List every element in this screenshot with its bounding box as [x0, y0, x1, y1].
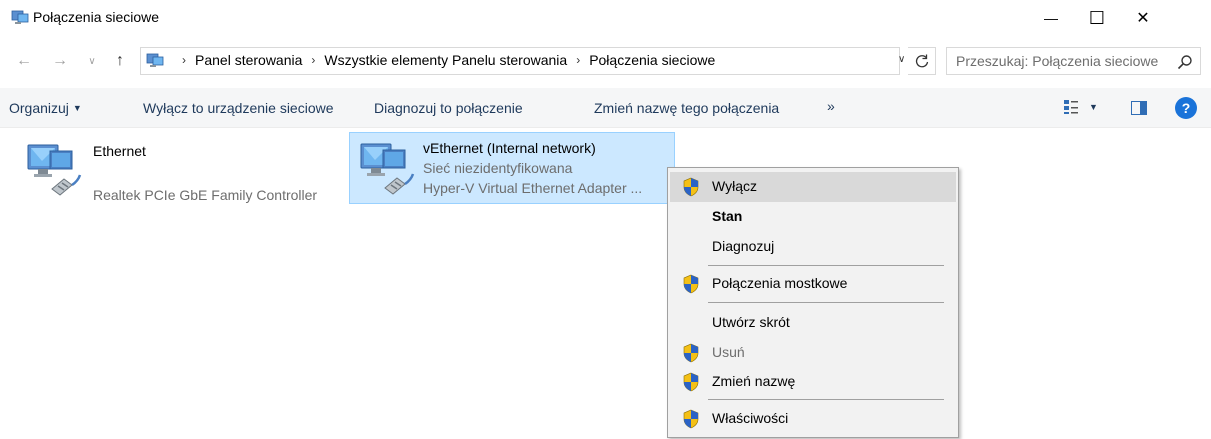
disable-device-button[interactable]: Wyłącz to urządzenie sieciowe: [143, 100, 334, 116]
organize-label: Organizuj: [9, 100, 69, 116]
rename-button[interactable]: Zmień nazwę tego połączenia: [594, 100, 779, 116]
navigation-bar: ← → ∨ ↑ › Panel sterowania › Wszystkie e…: [0, 44, 1211, 78]
chevron-right-icon[interactable]: ›: [311, 53, 315, 67]
preview-pane-icon[interactable]: [1131, 101, 1147, 115]
connection-name: Ethernet: [93, 143, 146, 159]
help-icon[interactable]: ?: [1175, 97, 1197, 119]
breadcrumb-control-panel[interactable]: Panel sterowania: [195, 52, 302, 68]
uac-shield-icon: [682, 409, 700, 429]
search-placeholder: Przeszukaj: Połączenia sieciowe: [956, 53, 1159, 69]
title-bar: Połączenia sieciowe — ☐ ✕: [0, 0, 1211, 36]
minimize-icon: —: [1044, 10, 1058, 26]
menu-item-label: Właściwości: [712, 410, 789, 426]
view-dropdown-icon[interactable]: ▼: [1089, 102, 1098, 112]
maximize-button[interactable]: ☐: [1074, 0, 1120, 36]
menu-item-diagnose[interactable]: Diagnozuj: [670, 232, 956, 262]
network-adapter-icon: [355, 138, 417, 200]
connection-adapter: Realtek PCIe GbE Family Controller: [93, 187, 318, 203]
back-arrow-icon: ←: [16, 52, 32, 69]
back-button[interactable]: ←: [14, 51, 34, 71]
diagnose-button[interactable]: Diagnozuj to połączenie: [374, 100, 523, 116]
uac-shield-icon: [682, 177, 700, 197]
menu-item-label: Usuń: [712, 344, 745, 360]
close-button[interactable]: ✕: [1120, 0, 1166, 36]
menu-item-create-shortcut[interactable]: Utwórz skrót: [670, 308, 956, 338]
menu-item-status[interactable]: Stan: [670, 202, 956, 232]
breadcrumb: › Panel sterowania › Wszystkie elementy …: [173, 52, 715, 68]
address-bar[interactable]: › Panel sterowania › Wszystkie elementy …: [140, 47, 900, 75]
connection-vethernet[interactable]: vEthernet (Internal network) Sieć niezid…: [349, 132, 675, 204]
connection-status: Sieć niezidentyfikowana: [423, 160, 573, 176]
more-commands-button[interactable]: »: [827, 98, 835, 114]
address-dropdown-icon[interactable]: ∨: [898, 54, 905, 65]
connection-ethernet[interactable]: Ethernet Realtek PCIe GbE Family Control…: [14, 133, 344, 205]
menu-item-bridge[interactable]: Połączenia mostkowe: [670, 269, 956, 299]
minimize-button[interactable]: —: [1028, 0, 1074, 36]
network-connections-icon: [146, 53, 164, 69]
menu-separator: [708, 265, 944, 266]
uac-shield-icon: [682, 274, 700, 294]
menu-item-label: Utwórz skrót: [712, 314, 790, 330]
change-view-icon[interactable]: [1063, 99, 1079, 115]
up-arrow-icon: ↑: [116, 52, 124, 69]
menu-item-label: Stan: [712, 208, 743, 224]
connection-name: vEthernet (Internal network): [423, 140, 596, 156]
connection-adapter: Hyper-V Virtual Ethernet Adapter ...: [423, 180, 643, 196]
search-icon: [1177, 55, 1192, 70]
chevron-down-icon: ∨: [88, 55, 96, 67]
chevron-right-icon[interactable]: ›: [576, 53, 580, 67]
menu-item-properties[interactable]: Właściwości: [670, 404, 956, 434]
recent-locations-button[interactable]: ∨: [82, 51, 102, 71]
breadcrumb-network-connections[interactable]: Połączenia sieciowe: [589, 52, 715, 68]
menu-item-rename[interactable]: Zmień nazwę: [670, 367, 956, 397]
window-title: Połączenia sieciowe: [33, 9, 160, 25]
maximize-icon: ☐: [1088, 7, 1106, 28]
forward-arrow-icon: →: [52, 52, 68, 69]
uac-shield-icon: [682, 372, 700, 392]
menu-item-label: Wyłącz: [712, 178, 757, 194]
menu-separator: [708, 399, 944, 400]
network-adapter-icon: [22, 139, 84, 201]
chevron-right-icon[interactable]: ›: [182, 53, 186, 67]
context-menu: Wyłącz Stan Diagnozuj Połączenia mostkow…: [667, 167, 959, 438]
network-connections-icon: [11, 10, 29, 26]
uac-shield-icon: [682, 343, 700, 363]
menu-item-label: Połączenia mostkowe: [712, 275, 848, 291]
breadcrumb-all-items[interactable]: Wszystkie elementy Panelu sterowania: [324, 52, 567, 68]
menu-item-disable[interactable]: Wyłącz: [670, 172, 956, 202]
caret-down-icon: ▼: [72, 103, 82, 113]
menu-item-label: Zmień nazwę: [712, 373, 796, 389]
organize-button[interactable]: Organizuj ▼: [9, 100, 82, 116]
forward-button[interactable]: →: [50, 51, 70, 71]
menu-separator: [708, 302, 944, 303]
refresh-icon: [915, 54, 928, 68]
up-button[interactable]: ↑: [110, 51, 130, 71]
close-icon: ✕: [1136, 10, 1150, 27]
search-input[interactable]: Przeszukaj: Połączenia sieciowe: [946, 47, 1201, 75]
menu-item-label: Diagnozuj: [712, 238, 775, 254]
refresh-button[interactable]: [908, 47, 936, 75]
menu-item-delete[interactable]: Usuń: [670, 338, 956, 368]
command-bar: Organizuj ▼ Wyłącz to urządzenie sieciowe…: [0, 88, 1211, 128]
